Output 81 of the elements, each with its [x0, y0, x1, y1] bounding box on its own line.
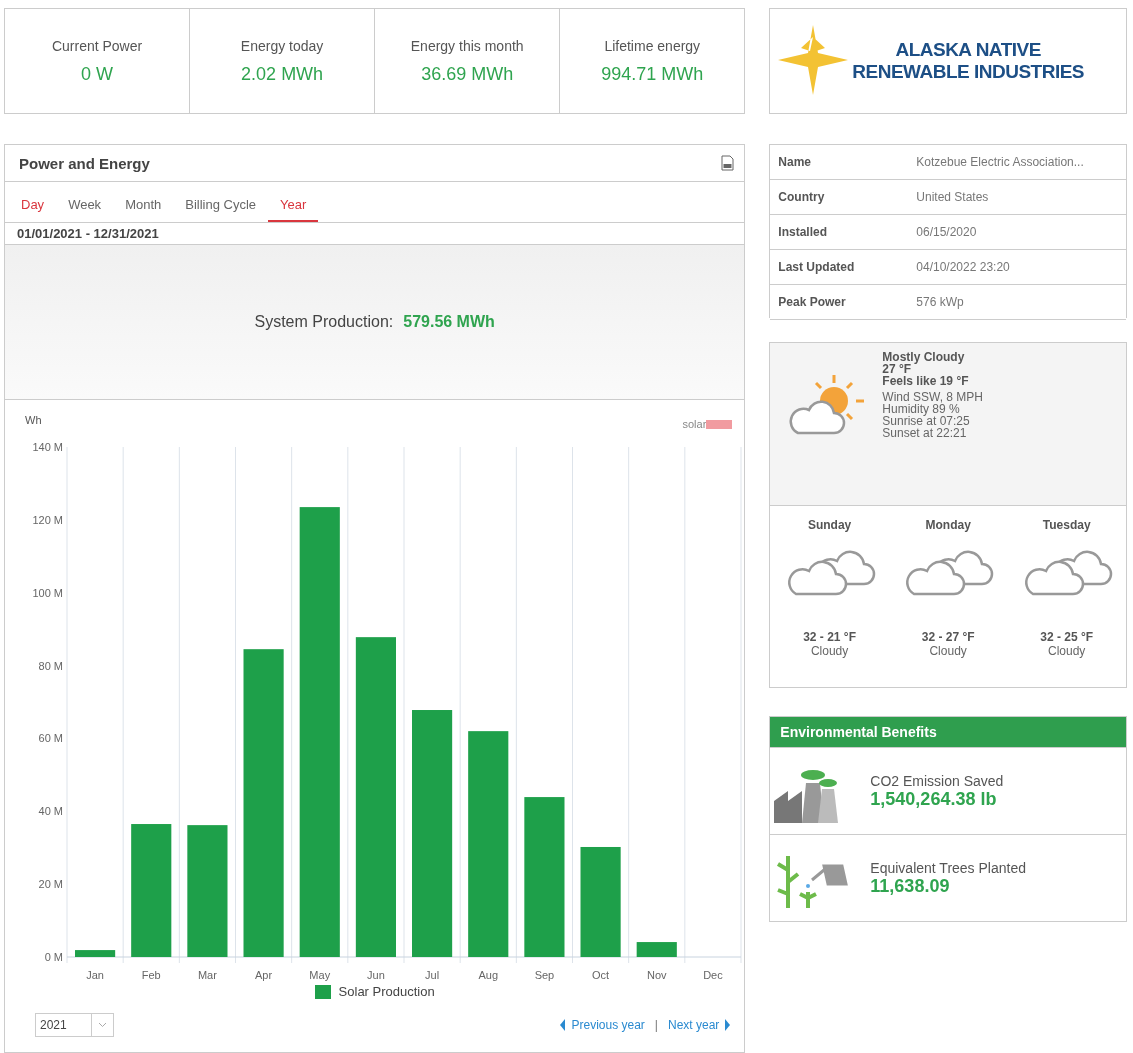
tick-label: 120 M — [32, 513, 63, 526]
stat-value: 36.69 MWh — [421, 63, 514, 85]
next-year-link[interactable]: Next year — [667, 1018, 720, 1032]
weather-detail: Sunset at 22:21 — [882, 427, 968, 439]
logo-text: RENEWABLE INDUSTRIES — [852, 61, 1085, 83]
star-icon — [778, 25, 849, 95]
month-label: Feb — [141, 969, 161, 981]
benefit-value: 1,540,264.38 lb — [870, 788, 998, 810]
right-arrow-icon[interactable] — [725, 1019, 731, 1031]
stat-label: Current Power — [51, 37, 143, 54]
info-label: Name — [777, 155, 812, 169]
info-label: Country — [777, 190, 826, 204]
benefit-label: Equivalent Trees Planted — [870, 859, 1026, 876]
temperature: 27 °F — [882, 363, 912, 375]
forecast-condition: Cloudy — [1048, 644, 1086, 658]
info-value: United States — [916, 190, 989, 204]
forecast-range: 32 - 27 °F — [921, 630, 975, 644]
panel-title: Power and Energy — [19, 154, 150, 172]
month-label: Oct — [592, 969, 610, 981]
weather-condition: Mostly Cloudy — [882, 351, 966, 363]
stat-value: 2.02 MWh — [241, 63, 324, 85]
forecast-condition: Cloudy — [929, 644, 967, 658]
production-value: 579.56 MWh — [403, 313, 495, 331]
left-arrow-icon[interactable] — [560, 1019, 566, 1031]
month-label: Apr — [255, 969, 273, 981]
stat-value: 0 W — [81, 63, 114, 85]
tick-label: 100 M — [32, 586, 63, 599]
weather-detail: Humidity 89 % — [882, 403, 960, 415]
tab[interactable]: Week — [56, 197, 114, 222]
forecast-range: 32 - 21 °F — [803, 630, 856, 644]
month-label: Mar — [197, 969, 217, 981]
weather-detail: Wind SSW, 8 MPH — [882, 391, 983, 403]
info-label: Peak Power — [777, 295, 847, 309]
legend-label: Solar Production — [338, 984, 435, 999]
tick-label: 20 M — [38, 878, 63, 891]
info-value: 04/10/2022 23:20 — [916, 260, 1010, 274]
forecast-day: Sunday — [807, 518, 852, 532]
tab[interactable]: Billing Cycle — [173, 197, 269, 222]
month-label: Nov — [646, 969, 667, 981]
forecast-day: Tuesday — [1042, 518, 1091, 532]
stat-label: Energy this month — [410, 37, 524, 54]
export-icon[interactable] — [721, 155, 735, 171]
benefit-value: 11,638.09 — [870, 875, 951, 897]
info-value: Kotzebue Electric Association... — [916, 155, 1084, 169]
tick-label: 40 M — [38, 805, 63, 818]
logo-text: ALASKA NATIVE — [895, 39, 1041, 61]
weather-detail: Sunrise at 07:25 — [882, 415, 971, 427]
forecast-day: Monday — [925, 518, 971, 532]
benefit-label: CO2 Emission Saved — [870, 772, 1004, 789]
benefits-title: Environmental Benefits — [780, 724, 937, 740]
previous-year-link[interactable]: Previous year — [571, 1018, 645, 1032]
tick-label: 80 M — [38, 659, 63, 672]
forecast-condition: Cloudy — [810, 644, 849, 658]
tab[interactable]: Month — [113, 197, 174, 222]
info-label: Installed — [777, 225, 828, 239]
tick-label: 60 M — [38, 732, 63, 745]
stat-label: Energy today — [240, 37, 324, 54]
stat-label: Lifetime energy — [604, 37, 701, 54]
year-select[interactable]: 2021 — [35, 1013, 114, 1037]
info-value: 576 kWp — [916, 295, 964, 309]
production-label: System Production: — [254, 313, 394, 331]
forecast-range: 32 - 25 °F — [1040, 630, 1094, 644]
tick-label: 140 M — [32, 441, 63, 453]
stat-value: 994.71 MWh — [601, 63, 704, 85]
tab[interactable]: Day — [9, 197, 57, 222]
tick-label: 0 M — [44, 951, 63, 963]
info-label: Last Updated — [777, 260, 856, 274]
separator: | — [654, 1018, 658, 1032]
info-value: 06/15/2020 — [916, 225, 977, 239]
month-label: Aug — [478, 969, 499, 981]
month-label: Dec — [703, 969, 723, 981]
month-label: May — [309, 969, 331, 981]
month-label: Jul — [425, 969, 440, 981]
brand-text: solar — [682, 418, 707, 430]
month-label: Jun — [367, 969, 385, 981]
axis-title: Wh — [25, 414, 42, 426]
chevron-icon — [97, 1022, 107, 1028]
feels-like: Feels like 19 °F — [882, 375, 970, 387]
month-label: Sep — [534, 969, 555, 981]
month-label: Jan — [86, 969, 104, 981]
tab[interactable]: Year — [268, 197, 319, 222]
